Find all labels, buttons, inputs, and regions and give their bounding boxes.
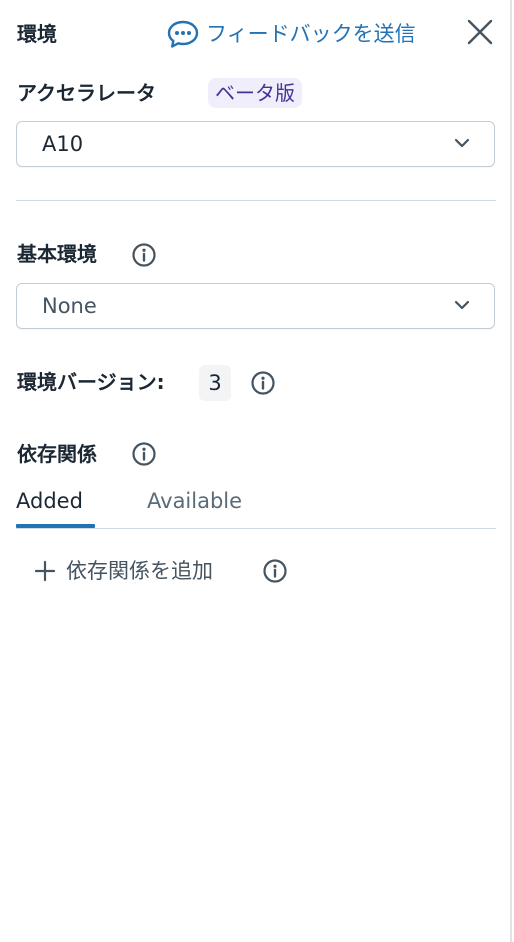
send-feedback-link[interactable]: フィードバックを送信	[166, 19, 416, 49]
base-environment-label: 基本環境	[17, 242, 97, 266]
panel-title: 環境	[17, 22, 57, 46]
base-environment-select[interactable]: None	[16, 283, 495, 329]
add-dependency-label: 依存関係を追加	[66, 559, 213, 583]
beta-badge: ベータ版	[208, 78, 302, 108]
dependencies-label: 依存関係	[17, 442, 97, 466]
environment-panel: 環境 フィードバックを送信 アクセラレータ ベータ版 A10 基本環境 None	[0, 0, 512, 942]
tab-added[interactable]: Added	[16, 486, 83, 516]
add-dependency-button[interactable]: 依存関係を追加	[34, 556, 213, 586]
chevron-down-icon	[454, 300, 470, 310]
active-tab-indicator	[16, 524, 95, 528]
chat-bubble-icon	[167, 20, 199, 48]
tab-bar-rule	[16, 528, 496, 529]
accelerator-select-value: A10	[42, 132, 84, 156]
send-feedback-label: フィードバックを送信	[206, 22, 416, 46]
base-environment-select-value: None	[42, 294, 97, 318]
environment-version-label: 環境バージョン:	[17, 370, 165, 394]
close-icon	[467, 19, 493, 45]
chevron-down-icon	[454, 138, 470, 148]
info-icon[interactable]	[250, 370, 276, 396]
tab-available[interactable]: Available	[147, 486, 242, 516]
environment-version-value: 3	[199, 365, 231, 401]
info-icon[interactable]	[131, 242, 157, 268]
accelerator-select[interactable]: A10	[16, 121, 495, 167]
close-button[interactable]	[464, 18, 496, 48]
info-icon[interactable]	[262, 558, 288, 584]
section-divider	[16, 200, 496, 201]
accelerator-label: アクセラレータ	[17, 81, 156, 105]
info-icon[interactable]	[131, 441, 157, 467]
plus-icon	[34, 560, 56, 582]
